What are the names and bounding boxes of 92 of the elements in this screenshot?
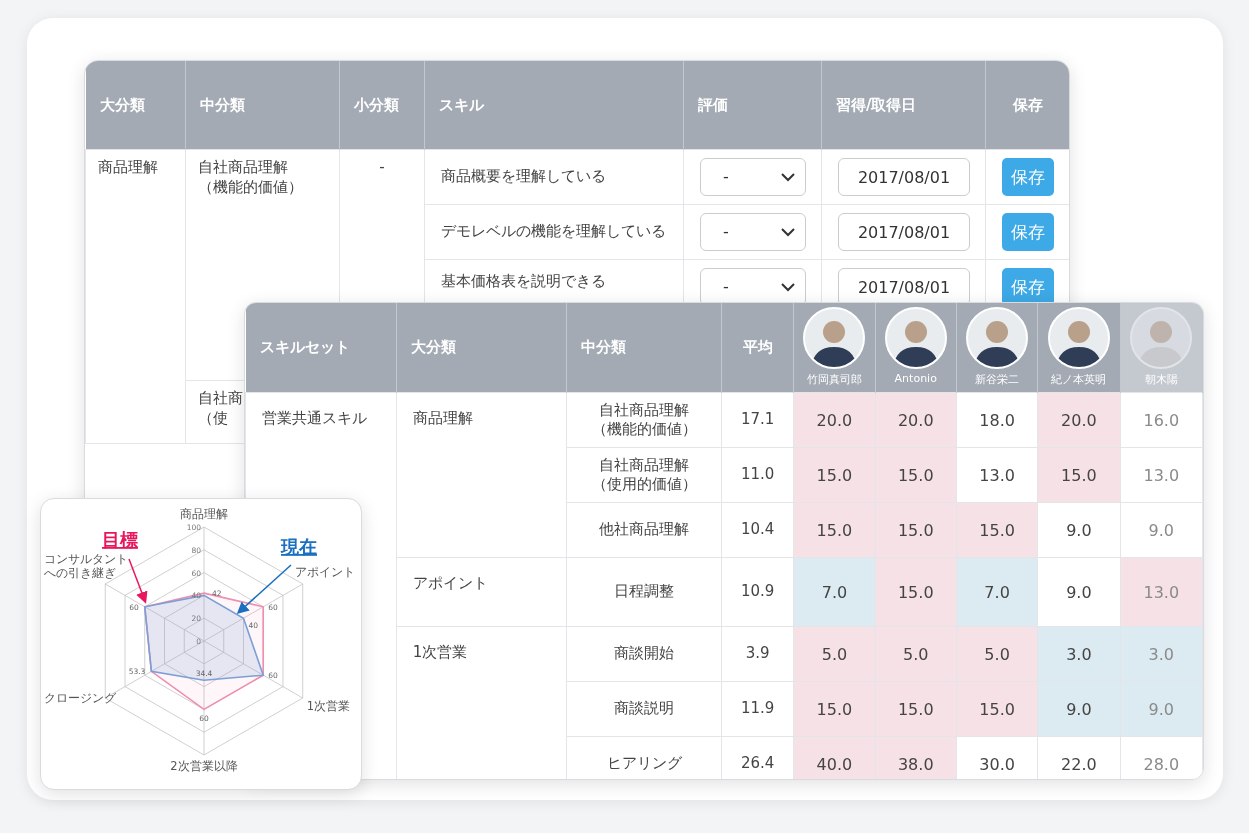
category-label: 商品理解 — [180, 507, 228, 521]
score-cell: 5.0 — [875, 626, 957, 682]
date-field[interactable]: 2017/08/01 — [838, 158, 970, 196]
category-label: コンサルタントへの引き継ぎ — [44, 552, 128, 580]
table-cell: 10.4 — [740, 520, 775, 540]
score-cell: 9.0 — [1037, 502, 1121, 558]
annotation-label: 目標 — [102, 529, 138, 550]
category-label: 2次営業以降 — [170, 759, 238, 773]
score-cell: 15.0 — [956, 502, 1038, 558]
score-cell: 9.0 — [1037, 557, 1121, 627]
chevron-icon — [781, 227, 795, 237]
table-cell: 商品理解 — [98, 158, 158, 178]
score-cell: 20.0 — [793, 392, 876, 448]
column-header: 中分類 — [185, 61, 340, 150]
table-cell: 営業共通スキル — [262, 409, 367, 429]
score-cell: 13.0 — [1120, 447, 1203, 503]
category-label: クロージング — [44, 691, 116, 705]
score-cell: 15.0 — [875, 502, 957, 558]
table-cell: 商品概要を理解している — [441, 167, 606, 187]
table-cell: 11.0 — [740, 465, 775, 485]
score-cell: 7.0 — [793, 557, 876, 627]
column-header: 大分類 — [396, 303, 567, 393]
table-cell: 商談説明 — [614, 699, 675, 719]
table-cell: 3.9 — [745, 644, 770, 664]
column-header: 中分類 — [566, 303, 722, 393]
person-name: 紀ノ本英明 — [1050, 372, 1108, 387]
column-header: 保存 — [985, 61, 1069, 150]
score-cell: 38.0 — [875, 736, 957, 779]
score-cell: 15.0 — [956, 681, 1038, 737]
category-label: アポイント — [294, 565, 355, 579]
person-name: 竹岡真司郎 — [805, 372, 863, 387]
rating-select[interactable]: - — [700, 213, 806, 251]
table-cell: 日程調整 — [614, 582, 675, 602]
table-cell: 1次営業 — [412, 643, 468, 663]
table-cell: 17.1 — [740, 410, 775, 430]
annotation-label: 現在 — [281, 536, 317, 557]
table-cell: 商談開始 — [614, 644, 675, 664]
score-cell: 9.0 — [1120, 681, 1203, 737]
date-field[interactable]: 2017/08/01 — [838, 213, 970, 251]
score-cell: 40.0 — [793, 736, 876, 779]
column-header: 小分類 — [339, 61, 425, 150]
table-cell: 自社商 （使 — [198, 389, 243, 428]
chevron-icon — [781, 172, 795, 182]
column-header: スキル — [424, 61, 684, 150]
score-cell: 3.0 — [1037, 626, 1121, 682]
score-cell: 20.0 — [875, 392, 957, 448]
table-cell: デモレベルの機能を理解している — [441, 222, 666, 242]
score-cell: 22.0 — [1037, 736, 1121, 779]
table-cell-text: 自社商品理解（使用的価値） — [590, 455, 698, 495]
score-cell: 30.0 — [956, 736, 1038, 779]
person-name: 新谷栄二 — [974, 372, 1021, 387]
score-cell: 13.0 — [956, 447, 1038, 503]
table-cell-text: 自社商品理解（機能的価値） — [590, 400, 698, 440]
table-cell: 商品理解 — [412, 409, 473, 429]
score-cell: 18.0 — [956, 392, 1038, 448]
rating-select[interactable]: - — [700, 158, 806, 196]
column-header: 評価 — [683, 61, 822, 150]
table-cell: アポイント — [412, 574, 488, 594]
score-cell: 15.0 — [875, 447, 957, 503]
column-header: 平均 — [721, 303, 794, 393]
score-cell: 15.0 — [875, 557, 957, 627]
annotation-arrow — [236, 564, 292, 614]
table-cell: ヒアリング — [606, 754, 682, 774]
column-header: スキルセット — [245, 303, 397, 393]
score-cell: 13.0 — [1120, 557, 1203, 627]
score-cell: 15.0 — [875, 681, 957, 737]
table-cell: - — [379, 158, 385, 178]
score-cell: 9.0 — [1120, 502, 1203, 558]
column-header: 大分類 — [85, 61, 186, 150]
table-cell: 他社商品理解 — [599, 520, 690, 540]
score-cell: 16.0 — [1120, 392, 1203, 448]
score-cell: 15.0 — [1037, 447, 1121, 503]
score-cell: 28.0 — [1120, 736, 1203, 779]
score-cell: 15.0 — [793, 447, 876, 503]
score-cell: 5.0 — [956, 626, 1038, 682]
table-cell: 10.9 — [740, 582, 775, 602]
table-cell: 11.9 — [740, 699, 775, 719]
table-cell: 自社商品理解 （機能的価値） — [198, 158, 303, 197]
table-cell: 26.4 — [740, 754, 775, 774]
score-cell: 20.0 — [1037, 392, 1121, 448]
score-cell: 15.0 — [793, 502, 876, 558]
category-label: 1次営業 — [306, 699, 351, 713]
person-name: Antonio — [893, 372, 938, 385]
annotation-arrow — [128, 558, 148, 604]
score-cell: 7.0 — [956, 557, 1038, 627]
score-cell: 3.0 — [1120, 626, 1203, 682]
table-cell: 基本価格表を説明できる — [441, 272, 606, 292]
column-header: 習得/取得日 — [821, 61, 986, 150]
score-cell: 5.0 — [793, 626, 876, 682]
score-cell: 9.0 — [1037, 681, 1121, 737]
score-cell: 15.0 — [793, 681, 876, 737]
chevron-icon — [781, 282, 795, 292]
